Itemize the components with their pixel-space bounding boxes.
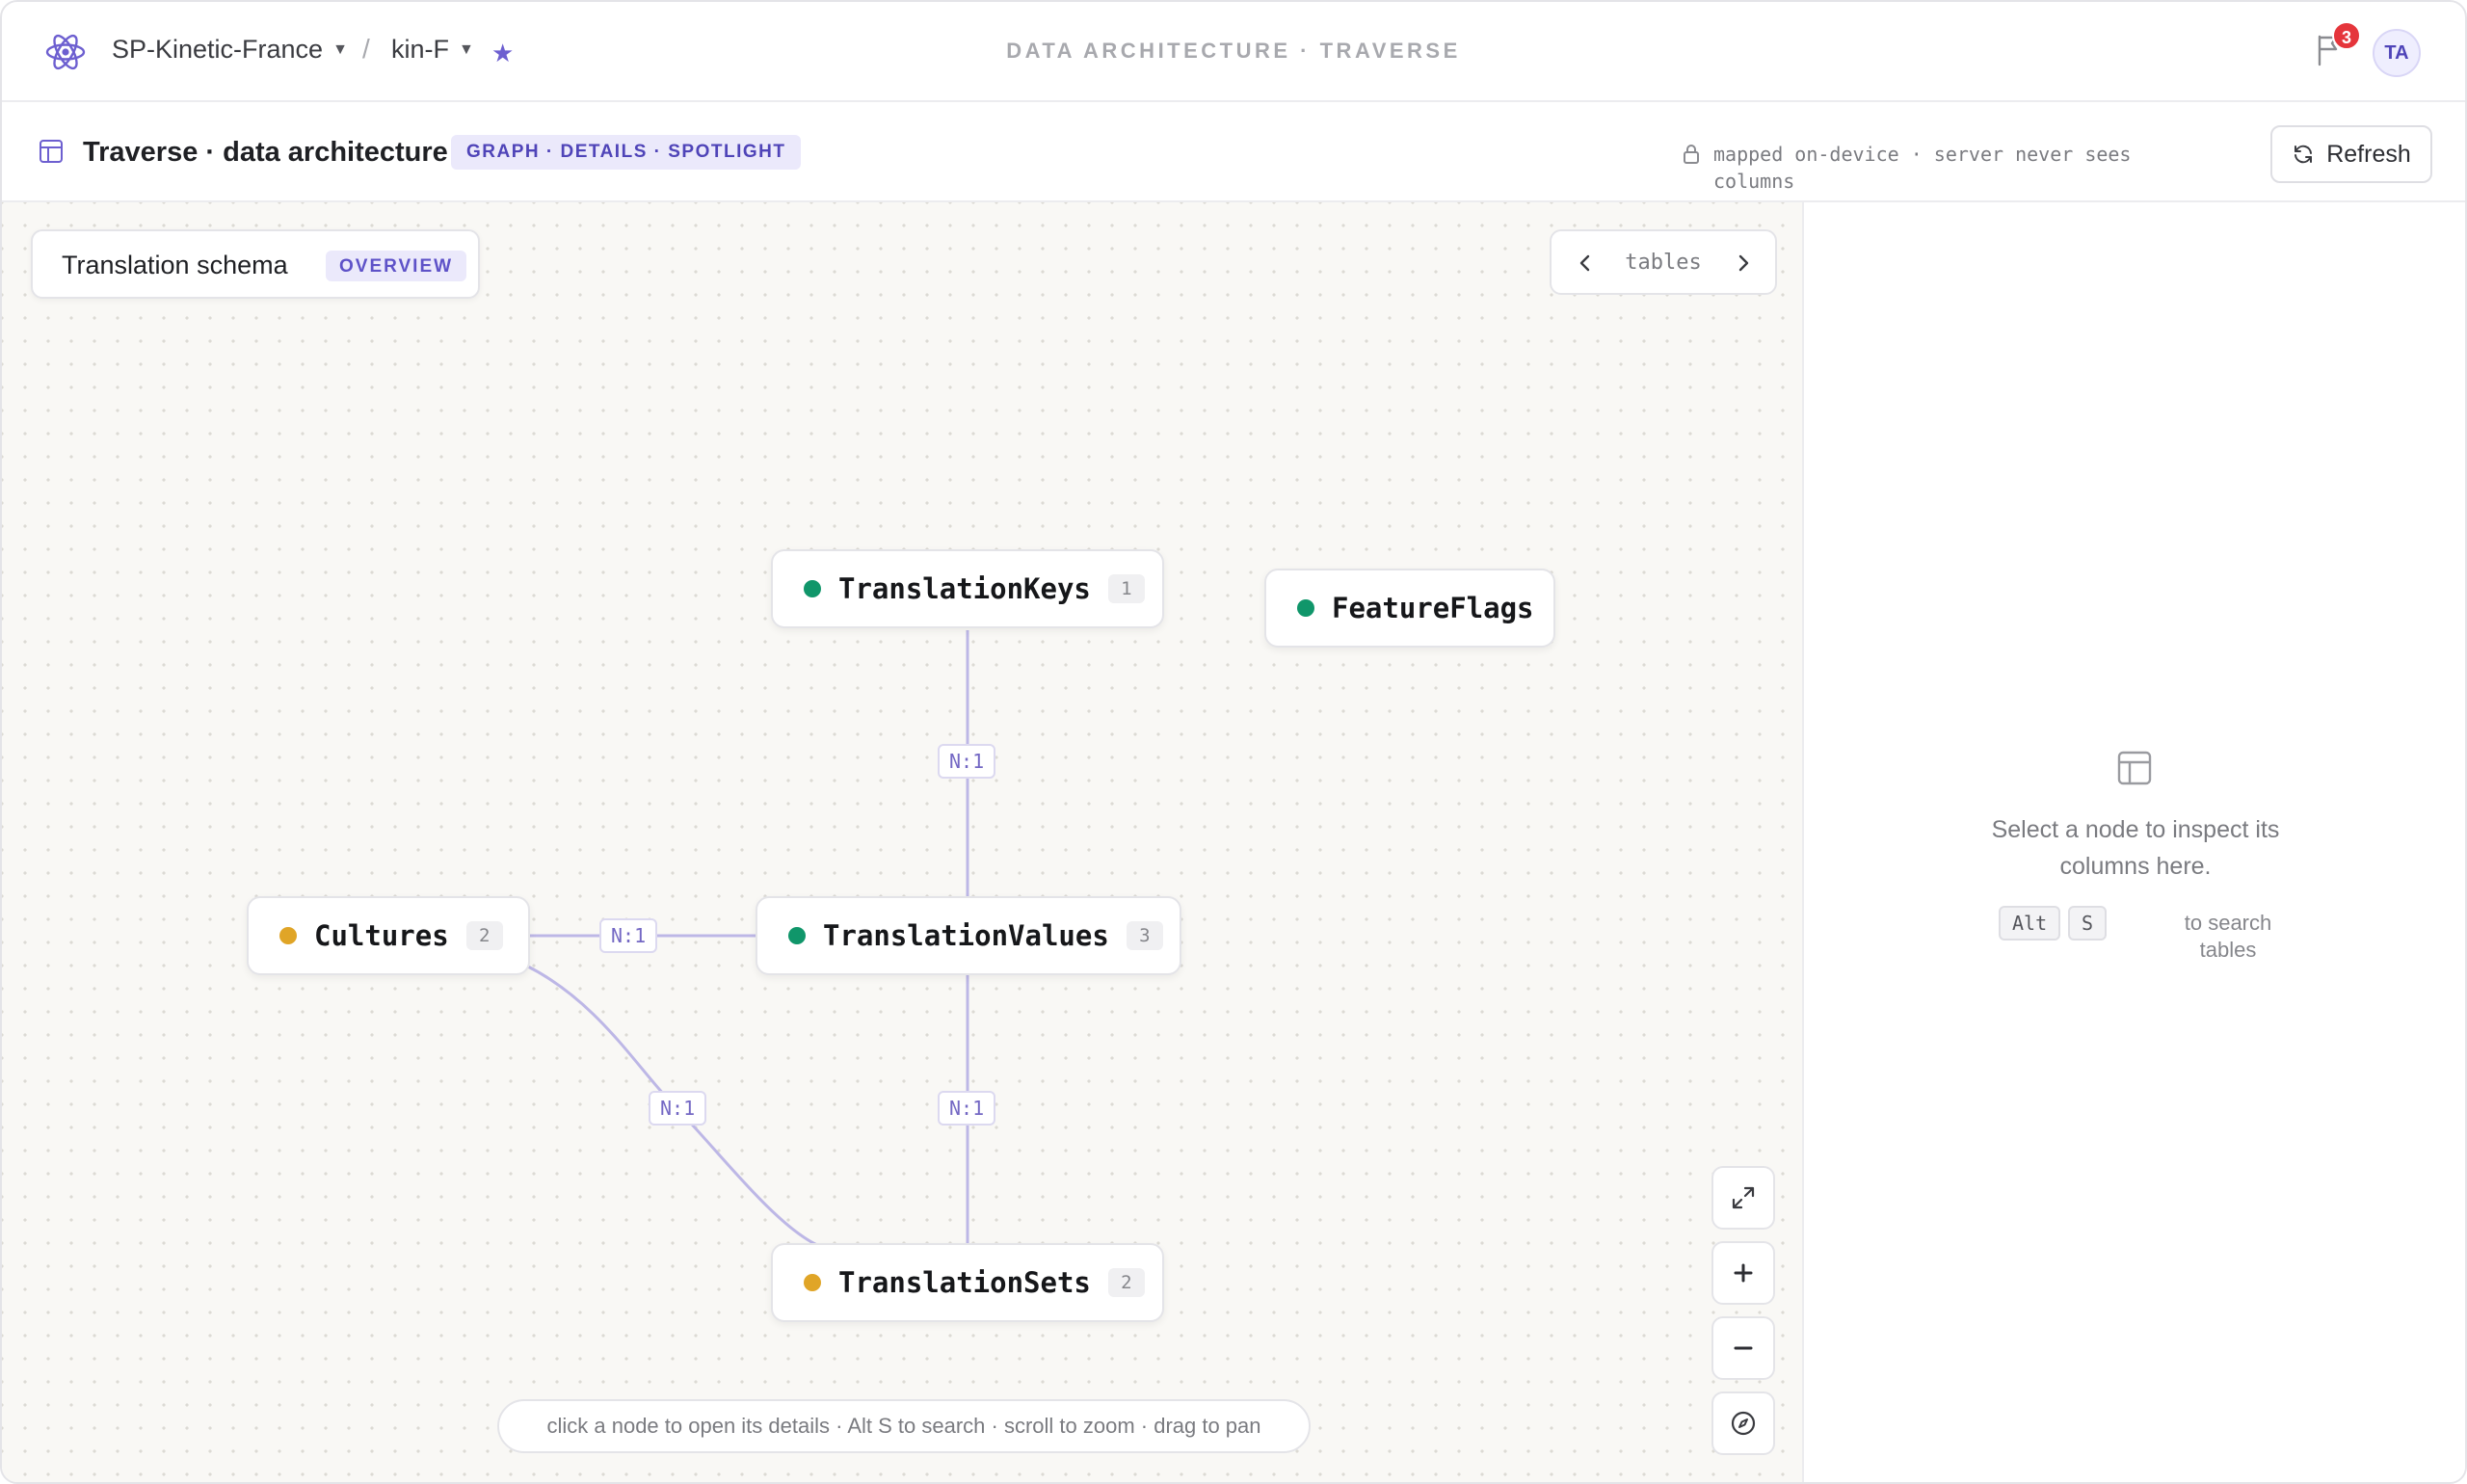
- refresh-button[interactable]: Refresh: [2270, 125, 2432, 183]
- node-count: 3: [1126, 921, 1163, 950]
- zoom-in-icon: [1734, 1263, 1753, 1283]
- zoom-out-button[interactable]: [1711, 1316, 1775, 1380]
- expand-icon: [1732, 1186, 1755, 1209]
- shortcut-hint-text: to search tables: [2184, 911, 2272, 962]
- table-node-translationsets[interactable]: TranslationSets 2: [771, 1243, 1164, 1322]
- edge-label: N:1: [649, 1091, 707, 1126]
- empty-state-text: Select a node to inspect its columns her…: [1806, 811, 2465, 885]
- table-pager: tables: [1550, 229, 1777, 295]
- keycap-alt: Alt: [1999, 906, 2061, 941]
- fit-view-button[interactable]: [1711, 1166, 1775, 1230]
- refresh-label: Refresh: [2326, 140, 2411, 168]
- node-count: 2: [1107, 1268, 1145, 1297]
- zoom-out-icon: [1734, 1346, 1753, 1350]
- table-node-cultures[interactable]: Cultures 2: [247, 896, 530, 975]
- user-avatar[interactable]: TA: [2373, 29, 2421, 77]
- node-count: 1: [1107, 574, 1145, 603]
- status-dot: [1297, 599, 1314, 617]
- lock-icon: [1684, 145, 1699, 164]
- edge-label: N:1: [938, 1091, 996, 1126]
- details-panel: Select a node to inspect its columns her…: [1806, 202, 2465, 1482]
- node-count: 2: [465, 921, 503, 950]
- node-name: Cultures: [314, 919, 449, 952]
- table-node-translationkeys[interactable]: TranslationKeys 1: [771, 549, 1164, 628]
- table-node-featureflags[interactable]: FeatureFlags: [1264, 569, 1555, 648]
- zoom-in-button[interactable]: [1711, 1241, 1775, 1305]
- node-name: TranslationValues: [823, 919, 1109, 952]
- table-node-translationvalues[interactable]: TranslationValues 3: [756, 896, 1181, 975]
- table-icon: [40, 140, 63, 163]
- empty-state-message: Select a node to inspect its columns her…: [1991, 816, 2280, 880]
- schema-title: Translation schema: [62, 251, 288, 279]
- status-dot: [279, 927, 297, 944]
- notification-count-badge: 3: [2332, 21, 2361, 50]
- privacy-note-text: mapped on-device · server never sees col…: [1713, 143, 2132, 193]
- top-bar: SP-Kinetic-France ▼ / kin-F ▼ ★ DATA ARC…: [2, 2, 2465, 102]
- node-name: TranslationSets: [838, 1266, 1091, 1299]
- edge-label: N:1: [938, 744, 996, 779]
- node-name: FeatureFlags: [1332, 592, 1534, 624]
- status-dot: [804, 580, 821, 597]
- edge-label: N:1: [599, 918, 658, 953]
- graph-canvas[interactable]: N:1 N:1 N:1 N:1 Translation schema OVERV…: [2, 202, 1804, 1482]
- page-header: Traverse · data architecture GRAPH · DET…: [2, 102, 2465, 202]
- app-window: SP-Kinetic-France ▼ / kin-F ▼ ★ DATA ARC…: [0, 0, 2467, 1484]
- shortcut-hint: to search tables: [2132, 910, 2324, 964]
- view-mode-badge: GRAPH · DETAILS · SPOTLIGHT: [451, 135, 802, 170]
- status-dot: [788, 927, 806, 944]
- keycap-s: S: [2068, 906, 2108, 941]
- compass-icon: [1731, 1411, 1756, 1436]
- page-title: Traverse · data architecture: [83, 137, 448, 168]
- recenter-button[interactable]: [1711, 1391, 1775, 1455]
- interaction-hint: click a node to open its details · Alt S…: [497, 1399, 1311, 1453]
- chevron-right-icon[interactable]: [1729, 249, 1758, 278]
- status-dot: [804, 1274, 821, 1291]
- refresh-icon: [2295, 145, 2313, 164]
- table-icon: [2117, 751, 2152, 785]
- privacy-note: mapped on-device · server never sees col…: [1683, 141, 2184, 195]
- schema-overview-card[interactable]: Translation schema OVERVIEW: [31, 229, 480, 299]
- node-name: TranslationKeys: [838, 572, 1091, 605]
- app-section-title: DATA ARCHITECTURE · TRAVERSE: [1006, 39, 1461, 63]
- overview-badge: OVERVIEW: [326, 251, 467, 281]
